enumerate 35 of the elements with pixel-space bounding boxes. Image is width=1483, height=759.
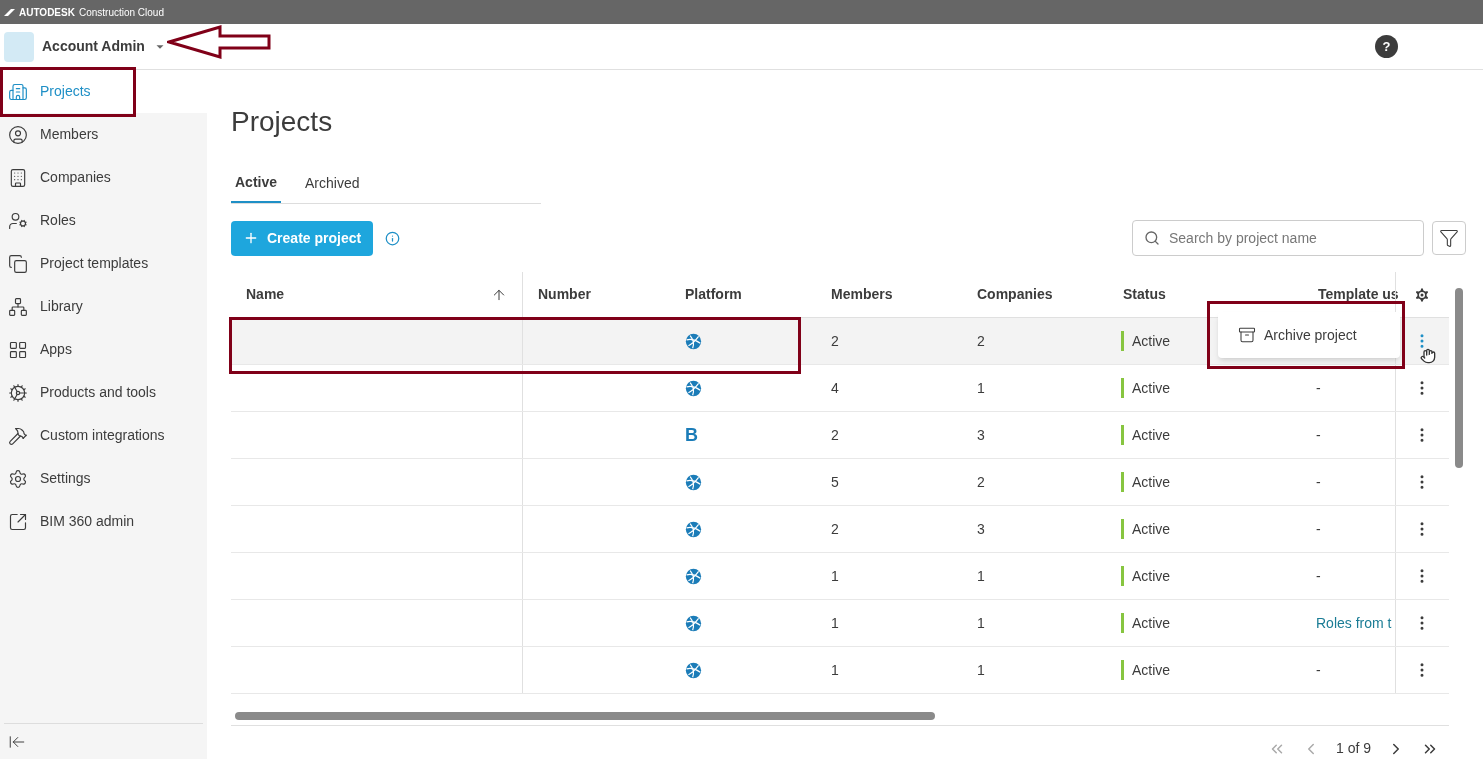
table-cell-text: 1 [977, 613, 985, 633]
table-cell-text: 2 [831, 331, 839, 351]
logo-text: AUTODESK [19, 5, 75, 20]
product-name: Construction Cloud [78, 5, 164, 20]
table-cell-text: 2 [977, 331, 985, 351]
table-cell-text: 3 [977, 519, 985, 539]
table-cell-text: - [1316, 566, 1321, 586]
status-text: Active [1132, 472, 1171, 492]
status-text: Active [1132, 566, 1171, 586]
table-cell-text: 3 [977, 425, 985, 445]
table-cell-text: - [1316, 519, 1321, 539]
table-cell-text: 2 [831, 425, 839, 445]
status-text: Active [1132, 613, 1171, 633]
table-cell-text: - [1316, 378, 1321, 398]
page-title: Projects [231, 105, 334, 139]
status-text: Active [1132, 425, 1171, 445]
bim-logo-icon: B [685, 426, 698, 444]
table-cell-text: 4 [831, 378, 839, 398]
page-indicator: 1 of 9 [1335, 739, 1371, 758]
status-text: Active [1132, 660, 1171, 680]
table-cell-text: 1 [831, 660, 839, 680]
table-cell-text: 1 [831, 566, 839, 586]
table-cell-text: 1 [977, 660, 985, 680]
table-cell-text: 1 [977, 378, 985, 398]
status-text: Active [1132, 519, 1171, 539]
table-cell-text: 2 [977, 472, 985, 492]
status-text: Active [1132, 378, 1171, 398]
table-cell-text: - [1316, 660, 1321, 680]
table-cell-text: 2 [831, 519, 839, 539]
table-cell-text: - [1316, 472, 1321, 492]
table-cell-text: 1 [977, 566, 985, 586]
table-cell-text: - [1316, 425, 1321, 445]
table-cell-text: 5 [831, 472, 839, 492]
table-cell-text: 1 [831, 613, 839, 633]
status-text: Active [1132, 331, 1171, 351]
